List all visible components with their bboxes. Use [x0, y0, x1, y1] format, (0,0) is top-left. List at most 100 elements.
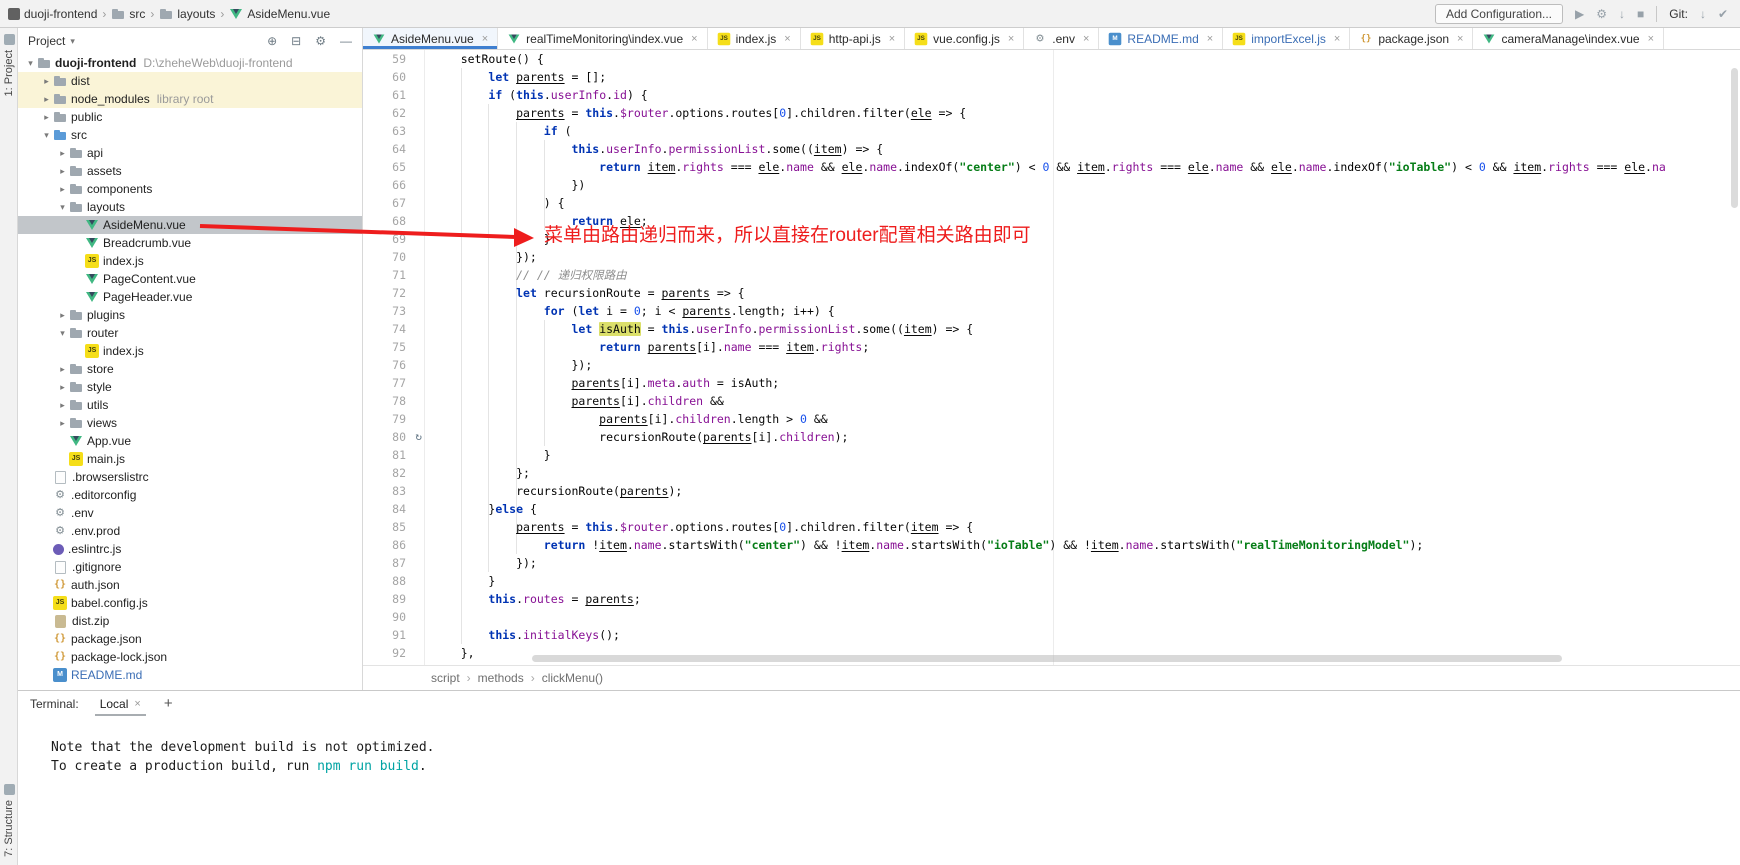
- tree-item[interactable]: Breadcrumb.vue: [18, 234, 362, 252]
- gutter-line-number[interactable]: 77: [363, 374, 424, 392]
- editor-tab[interactable]: JSindex.js×: [708, 28, 801, 49]
- tree-item[interactable]: .gitignore: [18, 558, 362, 576]
- editor-tab[interactable]: {}package.json×: [1350, 28, 1473, 49]
- tree-item[interactable]: ▸plugins: [18, 306, 362, 324]
- tree-item[interactable]: ▸components: [18, 180, 362, 198]
- code-line[interactable]: if (this.userInfo.id) {: [425, 86, 1740, 104]
- gutter-line-number[interactable]: 78: [363, 392, 424, 410]
- chevron-down-icon[interactable]: ▾: [56, 202, 69, 213]
- gutter-line-number[interactable]: 88: [363, 572, 424, 590]
- gutter-line-number[interactable]: 68: [363, 212, 424, 230]
- gutter-line-number[interactable]: 65: [363, 158, 424, 176]
- tree-item[interactable]: {}auth.json: [18, 576, 362, 594]
- editor-tab[interactable]: JSvue.config.js×: [905, 28, 1024, 49]
- chevron-right-icon[interactable]: ▸: [40, 112, 53, 123]
- chevron-right-icon[interactable]: ▸: [56, 148, 69, 159]
- tool-button-structure[interactable]: 7: Structure: [0, 784, 18, 857]
- gutter-line-number[interactable]: 69: [363, 230, 424, 248]
- new-terminal-tab-button[interactable]: +: [164, 695, 173, 712]
- gutter-line-number[interactable]: 84: [363, 500, 424, 518]
- tab-close-icon[interactable]: ×: [1083, 33, 1089, 45]
- code-line[interactable]: parents[i].children.length > 0 &&: [425, 410, 1740, 428]
- code-line[interactable]: };: [425, 464, 1740, 482]
- tree-item[interactable]: JSindex.js: [18, 342, 362, 360]
- editor-tab[interactable]: JShttp-api.js×: [801, 28, 905, 49]
- tree-item[interactable]: JSindex.js: [18, 252, 362, 270]
- gutter-line-number[interactable]: 72: [363, 284, 424, 302]
- gutter-line-number[interactable]: 66: [363, 176, 424, 194]
- tree-item[interactable]: .eslintrc.js: [18, 540, 362, 558]
- gutter-line-number[interactable]: 76: [363, 356, 424, 374]
- tree-item[interactable]: ▾duoji-frontendD:\zheheWeb\duoji-fronten…: [18, 54, 362, 72]
- chevron-right-icon[interactable]: ▸: [56, 382, 69, 393]
- chevron-right-icon[interactable]: ▸: [56, 166, 69, 177]
- tree-item[interactable]: ⚙.editorconfig: [18, 486, 362, 504]
- tree-item[interactable]: ▸public: [18, 108, 362, 126]
- code-line[interactable]: return parents[i].name === item.rights;: [425, 338, 1740, 356]
- code-line[interactable]: }: [425, 572, 1740, 590]
- code-line[interactable]: [425, 608, 1740, 626]
- tree-item[interactable]: ▸style: [18, 378, 362, 396]
- chevron-down-icon[interactable]: ▾: [70, 36, 75, 47]
- gutter-line-number[interactable]: 85: [363, 518, 424, 536]
- tree-item[interactable]: PageContent.vue: [18, 270, 362, 288]
- code-line[interactable]: recursionRoute(parents[i].children);: [425, 428, 1740, 446]
- project-panel-title[interactable]: Project: [28, 34, 65, 48]
- code-line[interactable]: return ele;: [425, 212, 1740, 230]
- code-line[interactable]: });: [425, 356, 1740, 374]
- breadcrumb-item[interactable]: layouts: [159, 7, 215, 21]
- code-line[interactable]: });: [425, 554, 1740, 572]
- tree-item[interactable]: ▸utils: [18, 396, 362, 414]
- code-line[interactable]: let isAuth = this.userInfo.permissionLis…: [425, 320, 1740, 338]
- tab-close-icon[interactable]: ×: [1008, 33, 1014, 45]
- code-line[interactable]: if (: [425, 122, 1740, 140]
- code-line[interactable]: parents[i].meta.auth = isAuth;: [425, 374, 1740, 392]
- tree-item[interactable]: JSbabel.config.js: [18, 594, 362, 612]
- terminal-output[interactable]: Note that the development build is not o…: [18, 716, 1740, 776]
- gutter-line-number[interactable]: 82: [363, 464, 424, 482]
- build-icon[interactable]: ⚙: [1596, 8, 1607, 20]
- tree-item[interactable]: {}package-lock.json: [18, 648, 362, 666]
- chevron-right-icon[interactable]: ▸: [40, 76, 53, 87]
- gutter-line-number[interactable]: 83: [363, 482, 424, 500]
- hide-panel-icon[interactable]: —: [340, 34, 352, 48]
- tree-item[interactable]: ▸assets: [18, 162, 362, 180]
- chevron-down-icon[interactable]: ▾: [40, 130, 53, 141]
- tree-item[interactable]: ⚙.env.prod: [18, 522, 362, 540]
- gutter-line-number[interactable]: 74: [363, 320, 424, 338]
- chevron-right-icon[interactable]: ▸: [40, 94, 53, 105]
- chevron-right-icon[interactable]: ▸: [56, 184, 69, 195]
- gutter-line-number[interactable]: 70: [363, 248, 424, 266]
- code-line[interactable]: }else {: [425, 500, 1740, 518]
- tab-close-icon[interactable]: ×: [1207, 33, 1213, 45]
- editor-tab[interactable]: MREADME.md×: [1099, 28, 1223, 49]
- tool-button-project[interactable]: 1: Project: [0, 34, 18, 96]
- chevron-right-icon[interactable]: ▸: [56, 310, 69, 321]
- tab-close-icon[interactable]: ×: [1334, 33, 1340, 45]
- breadcrumb-item[interactable]: duoji-frontend: [8, 7, 97, 21]
- code-line[interactable]: return item.rights === ele.name && ele.n…: [425, 158, 1740, 176]
- editor-tab[interactable]: realTimeMonitoring\index.vue×: [498, 28, 707, 49]
- run-icon[interactable]: ▶: [1575, 8, 1584, 20]
- chevron-down-icon[interactable]: ▾: [24, 58, 37, 69]
- terminal-tab-local[interactable]: Local ×: [95, 691, 146, 716]
- stop-icon[interactable]: ■: [1637, 8, 1644, 20]
- code-line[interactable]: let recursionRoute = parents => {: [425, 284, 1740, 302]
- gutter-line-number[interactable]: 60: [363, 68, 424, 86]
- gutter-line-number[interactable]: 63: [363, 122, 424, 140]
- tree-item[interactable]: PageHeader.vue: [18, 288, 362, 306]
- tab-close-icon[interactable]: ×: [889, 33, 895, 45]
- gutter-line-number[interactable]: 92: [363, 644, 424, 662]
- add-configuration-button[interactable]: Add Configuration...: [1435, 4, 1563, 24]
- tree-item[interactable]: App.vue: [18, 432, 362, 450]
- code-line[interactable]: // // 递归权限路由: [425, 266, 1740, 284]
- code-line[interactable]: recursionRoute(parents);: [425, 482, 1740, 500]
- update-project-icon[interactable]: ↓: [1619, 8, 1625, 20]
- code-line[interactable]: this.routes = parents;: [425, 590, 1740, 608]
- code-line[interactable]: }): [425, 176, 1740, 194]
- gutter-line-number[interactable]: 64: [363, 140, 424, 158]
- breadcrumb-item[interactable]: methods: [478, 671, 524, 685]
- gutter-line-number[interactable]: 79: [363, 410, 424, 428]
- git-commit-icon[interactable]: ✔: [1718, 8, 1728, 20]
- tree-item[interactable]: ▾src: [18, 126, 362, 144]
